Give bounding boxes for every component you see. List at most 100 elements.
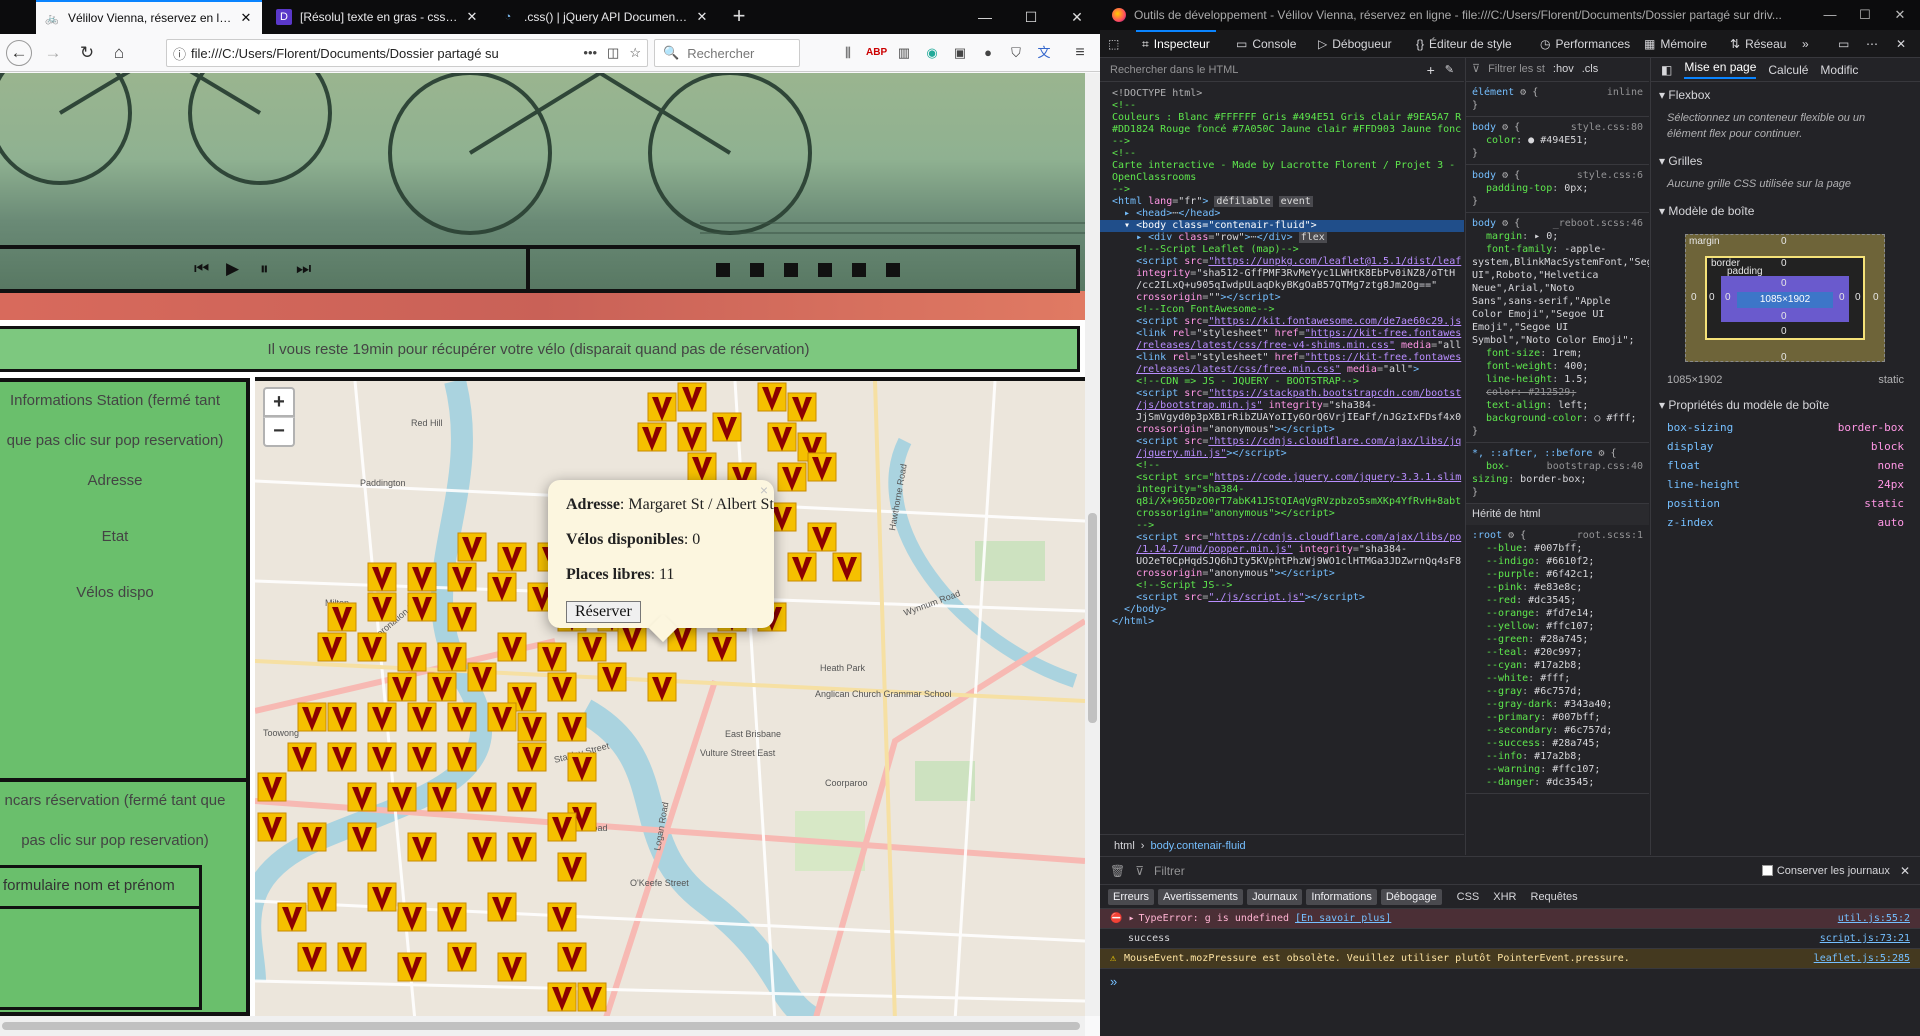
station-marker[interactable] — [645, 671, 679, 705]
station-marker[interactable] — [435, 901, 469, 935]
tab-console[interactable]: ▭ Console — [1236, 30, 1296, 58]
close-tab-icon[interactable]: ✕ — [464, 9, 480, 25]
border-right-value[interactable]: 0 — [1855, 292, 1861, 303]
html-tree[interactable]: <!DOCTYPE html> <!-- Couleurs : Blanc #F… — [1100, 82, 1464, 802]
margin-right-value[interactable]: 0 — [1873, 292, 1879, 303]
station-marker[interactable] — [565, 751, 599, 785]
tab-debugger[interactable]: ▷ Débogueur — [1318, 30, 1392, 58]
hov-toggle[interactable]: :hov — [1553, 63, 1574, 76]
margin-top-value[interactable]: 0 — [1781, 236, 1787, 247]
station-marker[interactable] — [255, 811, 289, 845]
close-console-icon[interactable]: ✕ — [1900, 864, 1910, 878]
station-marker[interactable] — [335, 941, 369, 975]
station-marker[interactable] — [545, 981, 579, 1015]
station-marker[interactable] — [495, 951, 529, 985]
station-marker[interactable] — [675, 381, 709, 415]
eyedropper-icon[interactable]: ✎ — [1445, 63, 1454, 76]
message-source-link[interactable]: script.js:73:21 — [1820, 933, 1910, 944]
station-marker[interactable] — [545, 811, 579, 845]
play-icon[interactable]: ▶ — [226, 259, 239, 279]
station-marker[interactable] — [405, 831, 439, 865]
border-left-value[interactable]: 0 — [1709, 292, 1715, 303]
breadcrumb-item[interactable]: html — [1114, 840, 1135, 852]
station-marker[interactable] — [385, 671, 419, 705]
url-bar[interactable]: ⓘ file:///C:/Users/Florent/Documents/Dos… — [166, 39, 648, 67]
reload-button[interactable]: ↻ — [74, 41, 100, 65]
cat-info[interactable]: Informations — [1306, 888, 1377, 905]
station-marker[interactable] — [755, 381, 789, 415]
tab-changes[interactable]: Modific — [1820, 63, 1858, 77]
dock-icon[interactable]: ▭ — [1838, 30, 1849, 58]
tab-performance[interactable]: ◷ Performances — [1540, 30, 1630, 58]
station-marker[interactable] — [775, 461, 809, 495]
station-marker[interactable] — [275, 901, 309, 935]
tab-memory[interactable]: ▦ Mémoire — [1644, 30, 1707, 58]
station-marker[interactable] — [705, 631, 739, 665]
sidebar-toggle-icon[interactable]: ◧ — [1661, 63, 1672, 77]
pocket-icon[interactable]: ◫ — [607, 45, 619, 61]
tab-velilov[interactable]: 🚲 Vélilov Vienna, réservez en ligne ✕ — [36, 0, 262, 34]
station-marker[interactable] — [830, 551, 864, 585]
name-form-box[interactable]: formulaire nom et prénom — [0, 865, 202, 909]
extension-icon[interactable]: ◉ — [922, 43, 942, 63]
forward-button[interactable]: → — [40, 41, 66, 65]
cat-logs[interactable]: Journaux — [1247, 888, 1303, 905]
station-marker[interactable] — [365, 701, 399, 735]
padding-bottom-value[interactable]: 0 — [1781, 311, 1787, 322]
info-icon[interactable]: ⓘ — [173, 44, 191, 63]
station-marker[interactable] — [365, 591, 399, 625]
station-marker[interactable] — [345, 821, 379, 855]
station-marker[interactable] — [285, 741, 319, 775]
station-marker[interactable] — [365, 561, 399, 595]
cls-toggle[interactable]: .cls — [1582, 63, 1599, 76]
border-top-value[interactable]: 0 — [1781, 258, 1787, 269]
back-button[interactable]: ← — [6, 40, 32, 66]
station-marker[interactable] — [305, 881, 339, 915]
station-marker[interactable] — [785, 551, 819, 585]
station-marker[interactable] — [465, 661, 499, 695]
boxmodel-section[interactable]: ▾ Modèle de boîte — [1651, 198, 1920, 224]
slide-dot[interactable] — [716, 263, 730, 277]
station-marker[interactable] — [315, 631, 349, 665]
station-marker[interactable] — [445, 741, 479, 775]
station-marker[interactable] — [405, 561, 439, 595]
reserve-button[interactable]: Réserver — [566, 601, 641, 623]
screenshot-icon[interactable]: ▣ — [950, 43, 970, 63]
margin-bottom-value[interactable]: 0 — [1781, 352, 1787, 363]
menu-icon[interactable]: ≡ — [1070, 43, 1090, 63]
station-marker[interactable] — [635, 421, 669, 455]
station-marker[interactable] — [575, 981, 609, 1015]
station-marker[interactable] — [805, 521, 839, 555]
station-marker[interactable] — [425, 781, 459, 815]
station-marker[interactable] — [535, 641, 569, 675]
station-marker[interactable] — [405, 591, 439, 625]
station-marker[interactable] — [485, 701, 519, 735]
station-marker[interactable] — [365, 881, 399, 915]
station-marker[interactable] — [575, 631, 609, 665]
horizontal-scrollbar[interactable] — [0, 1016, 1085, 1036]
leaflet-map[interactable]: Red Hill Paddington Milton Toowong Coron… — [255, 377, 1085, 1016]
station-marker[interactable] — [505, 831, 539, 865]
form-area[interactable] — [0, 909, 202, 1010]
console-log-message[interactable]: success script.js:73:21 — [1100, 929, 1920, 949]
station-marker[interactable] — [395, 901, 429, 935]
station-marker[interactable] — [325, 601, 359, 635]
station-marker[interactable] — [445, 601, 479, 635]
devtools-close-icon[interactable]: ✕ — [1896, 30, 1906, 58]
pause-icon[interactable]: ⏸ — [260, 259, 269, 279]
zoom-out-button[interactable]: − — [263, 417, 295, 447]
message-source-link[interactable]: leaflet.js:5:285 — [1814, 953, 1910, 964]
station-marker[interactable] — [555, 851, 589, 885]
cat-warnings[interactable]: Avertissements — [1158, 888, 1244, 905]
station-marker[interactable] — [405, 701, 439, 735]
slide-dot[interactable] — [818, 263, 832, 277]
slide-dot[interactable] — [886, 263, 900, 277]
devtools-maximize-button[interactable]: ☐ — [1845, 0, 1885, 30]
zoom-in-button[interactable]: + — [263, 387, 295, 417]
grids-section[interactable]: ▾ Grilles — [1651, 148, 1920, 174]
minimize-button[interactable]: — — [962, 0, 1008, 34]
devtools-minimize-button[interactable]: — — [1810, 0, 1850, 30]
station-marker[interactable] — [445, 701, 479, 735]
cat-xhr[interactable]: XHR — [1488, 889, 1521, 905]
close-tab-icon[interactable]: ✕ — [238, 10, 254, 26]
